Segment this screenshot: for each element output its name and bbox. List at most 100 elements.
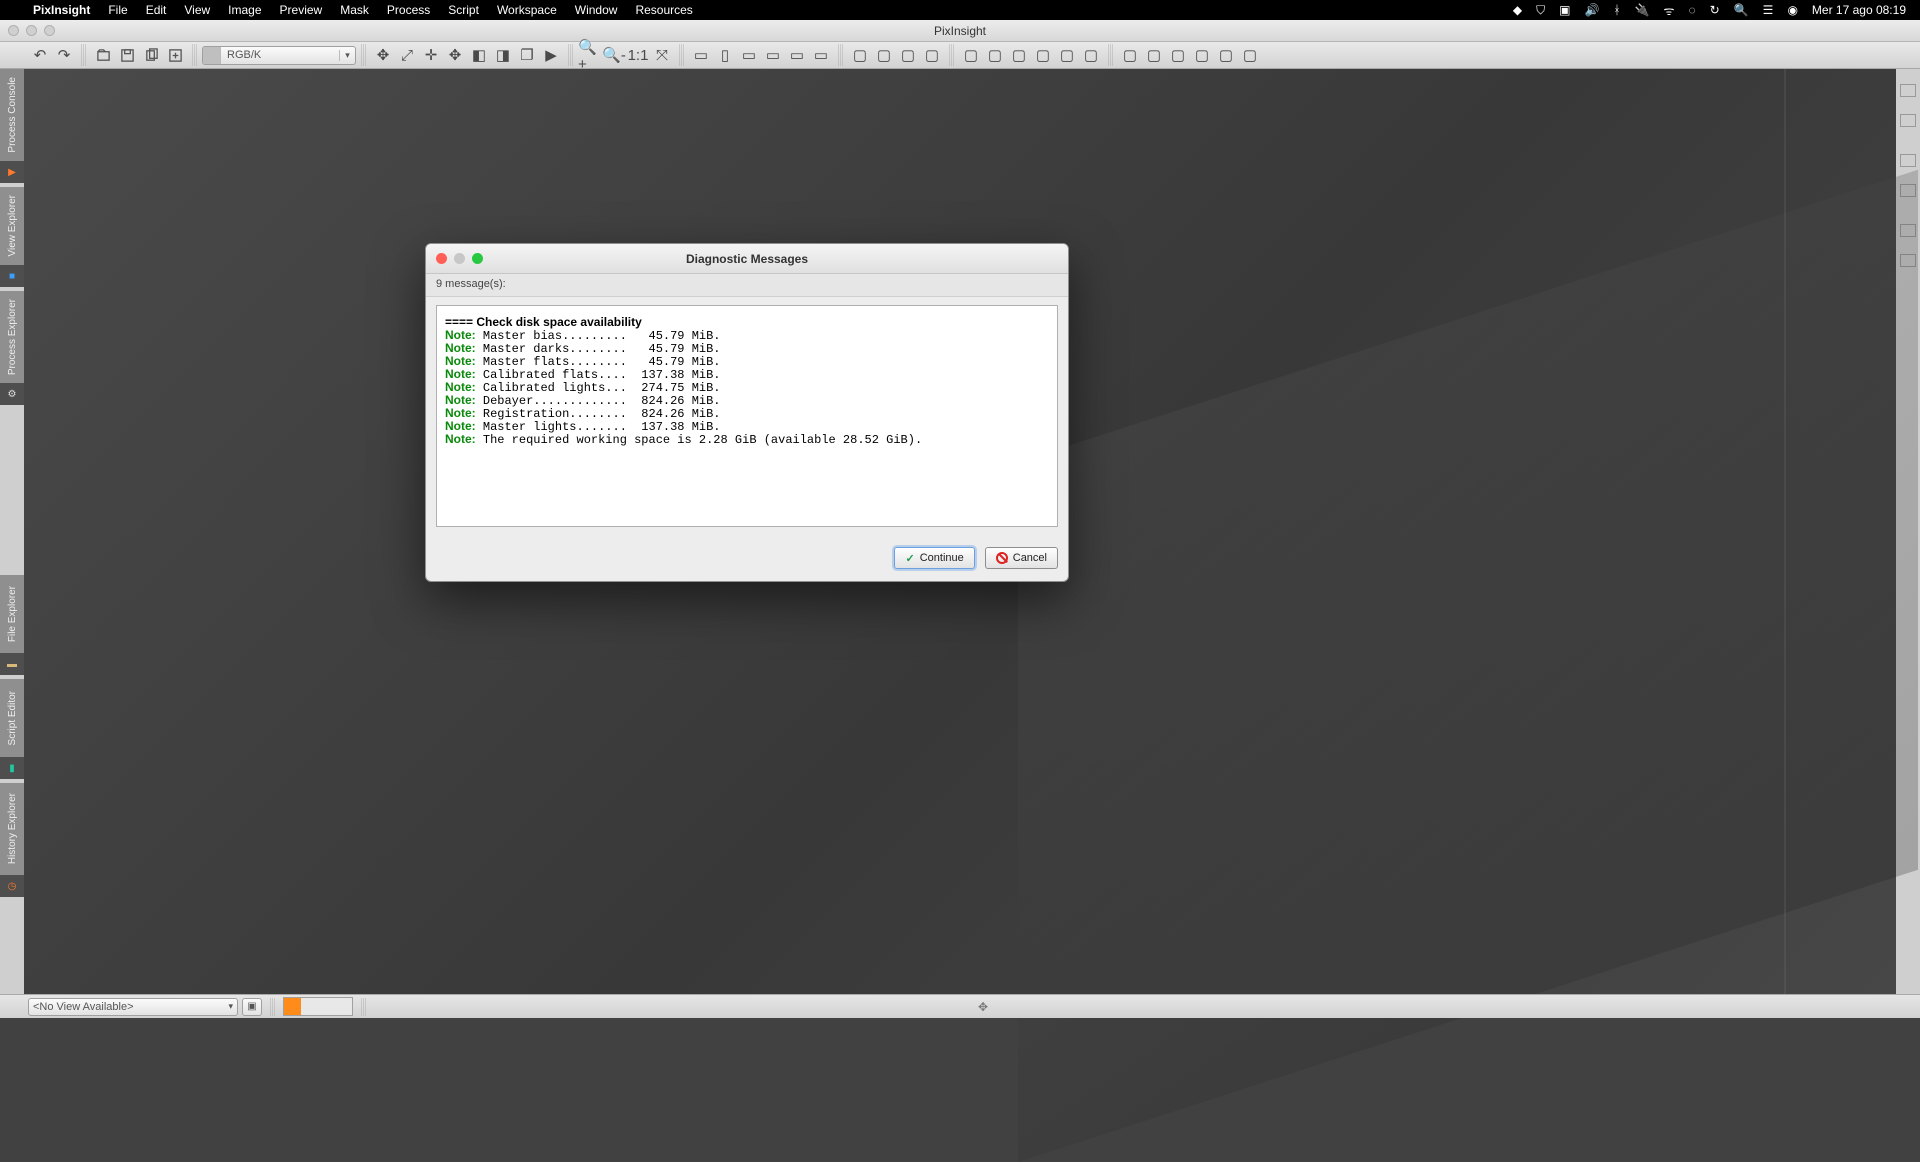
pointer-tool[interactable]: ▶	[539, 44, 563, 66]
window-copy-tool[interactable]: ❐	[515, 44, 539, 66]
copy-button[interactable]	[139, 44, 163, 66]
identify-button[interactable]: ▣	[242, 998, 262, 1016]
view-selector[interactable]: <No View Available> ▾	[28, 998, 238, 1016]
bluetooth-icon[interactable]: ᚼ	[1613, 3, 1620, 17]
sync-icon[interactable]: ◌	[1689, 3, 1696, 17]
diagnostic-console[interactable]: ==== Check disk space availability Note:…	[436, 305, 1058, 527]
dialog-titlebar[interactable]: Diagnostic Messages	[426, 244, 1068, 274]
right-thumb-1[interactable]	[1896, 79, 1920, 101]
panel-3-button[interactable]: ▢	[896, 44, 920, 66]
control-center-icon[interactable]: ☰	[1763, 3, 1774, 17]
menu-appname[interactable]: PixInsight	[24, 3, 99, 17]
tab-history-explorer[interactable]: History Explorer	[0, 783, 24, 875]
pan-tool[interactable]: ✥	[443, 44, 467, 66]
tab-process-explorer[interactable]: Process Explorer	[0, 291, 24, 383]
zoom-fit-button[interactable]: ⤧	[650, 44, 674, 66]
save-button[interactable]	[115, 44, 139, 66]
panel-6-button[interactable]: ▢	[983, 44, 1007, 66]
tab-process-explorer-icon[interactable]: ⚙	[0, 383, 24, 405]
channel-selector[interactable]: RGB/K ▾	[202, 46, 356, 65]
tab-script-editor[interactable]: Script Editor	[0, 679, 24, 757]
panel-13-button[interactable]: ▢	[1166, 44, 1190, 66]
wifi-icon[interactable]: ᯤ	[1664, 2, 1675, 19]
menu-workspace[interactable]: Workspace	[488, 3, 566, 17]
zoom-11-button[interactable]: 1:1	[626, 44, 650, 66]
undo-button[interactable]: ↶	[28, 44, 52, 66]
panel-8-button[interactable]: ▢	[1031, 44, 1055, 66]
menu-script[interactable]: Script	[439, 3, 488, 17]
spotlight-icon[interactable]: 🔍	[1734, 3, 1749, 17]
chevron-down-icon: ▾	[228, 1001, 233, 1012]
tab-process-console[interactable]: Process Console	[0, 69, 24, 161]
cancel-button[interactable]: Cancel	[985, 547, 1058, 569]
panel-12-button[interactable]: ▢	[1142, 44, 1166, 66]
window-controls[interactable]	[8, 25, 55, 36]
tab-script-editor-icon[interactable]: ▮	[0, 757, 24, 779]
menu-preview[interactable]: Preview	[271, 3, 332, 17]
right-thumb-5[interactable]	[1896, 219, 1920, 241]
layout-2-button[interactable]: ▯	[713, 44, 737, 66]
panel-16-button[interactable]: ▢	[1238, 44, 1262, 66]
tab-process-console-icon[interactable]: ▶	[0, 161, 24, 183]
right-thumb-6[interactable]	[1896, 249, 1920, 271]
panel-4-button[interactable]: ▢	[920, 44, 944, 66]
readout-swatches[interactable]	[283, 997, 353, 1016]
menu-resources[interactable]: Resources	[626, 3, 701, 17]
panel-7-button[interactable]: ▢	[1007, 44, 1031, 66]
menu-process[interactable]: Process	[378, 3, 439, 17]
menu-file[interactable]: File	[99, 3, 136, 17]
window-left-tool[interactable]: ◧	[467, 44, 491, 66]
tab-view-explorer-icon[interactable]: ■	[0, 265, 24, 287]
panel-9-button[interactable]: ▢	[1055, 44, 1079, 66]
dialog-close-icon[interactable]	[436, 253, 447, 264]
fit-tool[interactable]: ⤢	[395, 44, 419, 66]
center-tool[interactable]: ✛	[419, 44, 443, 66]
sync2-icon[interactable]: ↻	[1710, 3, 1720, 17]
right-thumb-4[interactable]	[1896, 179, 1920, 201]
display-icon[interactable]: ▣	[1559, 3, 1570, 17]
tab-history-explorer-icon[interactable]: ◷	[0, 875, 24, 897]
menu-window[interactable]: Window	[566, 3, 627, 17]
right-thumb-3[interactable]	[1896, 149, 1920, 171]
window-close-icon[interactable]	[8, 25, 19, 36]
zoom-in-button[interactable]: 🔍+	[578, 44, 602, 66]
layout-3-button[interactable]: ▭	[737, 44, 761, 66]
right-thumb-2[interactable]	[1896, 109, 1920, 131]
shield-icon[interactable]: ⛉	[1536, 3, 1545, 18]
layout-4-button[interactable]: ▭	[761, 44, 785, 66]
siri-icon[interactable]: ◉	[1787, 3, 1797, 17]
menu-mask[interactable]: Mask	[331, 3, 378, 17]
dialog-window-controls[interactable]	[436, 253, 483, 264]
battery-icon[interactable]: 🔌	[1635, 3, 1650, 17]
panel-11-button[interactable]: ▢	[1118, 44, 1142, 66]
menu-edit[interactable]: Edit	[137, 3, 176, 17]
saveas-button[interactable]	[163, 44, 187, 66]
panel-5-button[interactable]: ▢	[959, 44, 983, 66]
panel-2-button[interactable]: ▢	[872, 44, 896, 66]
panel-15-button[interactable]: ▢	[1214, 44, 1238, 66]
panel-1-button[interactable]: ▢	[848, 44, 872, 66]
menubar-clock[interactable]: Mer 17 ago 08:19	[1812, 3, 1906, 17]
window-right-tool[interactable]: ◨	[491, 44, 515, 66]
panel-10-button[interactable]: ▢	[1079, 44, 1103, 66]
move-tool[interactable]: ✥	[371, 44, 395, 66]
dialog-zoom-icon[interactable]	[472, 253, 483, 264]
layout-6-button[interactable]: ▭	[809, 44, 833, 66]
tab-file-explorer-icon[interactable]: ▬	[0, 653, 24, 675]
status-icon[interactable]: ◆	[1513, 3, 1522, 17]
toolbar-separator	[568, 44, 573, 66]
window-minimize-icon[interactable]	[26, 25, 37, 36]
zoom-out-button[interactable]: 🔍-	[602, 44, 626, 66]
menu-view[interactable]: View	[175, 3, 219, 17]
tab-view-explorer[interactable]: View Explorer	[0, 187, 24, 265]
volume-icon[interactable]: 🔊	[1584, 3, 1599, 17]
window-zoom-icon[interactable]	[44, 25, 55, 36]
menu-image[interactable]: Image	[219, 3, 270, 17]
layout-5-button[interactable]: ▭	[785, 44, 809, 66]
tab-file-explorer[interactable]: File Explorer	[0, 575, 24, 653]
redo-button[interactable]: ↷	[52, 44, 76, 66]
continue-button[interactable]: ✓Continue	[894, 547, 974, 569]
layout-1-button[interactable]: ▭	[689, 44, 713, 66]
panel-14-button[interactable]: ▢	[1190, 44, 1214, 66]
open-button[interactable]	[91, 44, 115, 66]
